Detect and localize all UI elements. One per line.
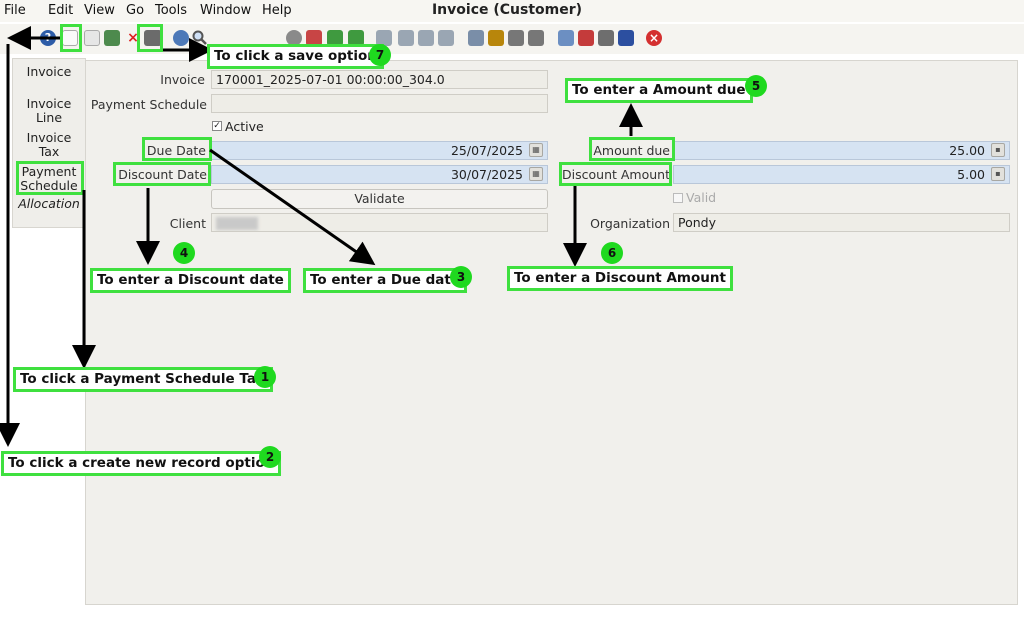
annotation-arrows: [0, 26, 643, 447]
annotation-save: To click a save option: [207, 44, 384, 69]
annotation-discount-amount: To enter a Discount Amount: [507, 266, 733, 291]
badge-3: 3: [450, 266, 472, 288]
badge-7: 7: [369, 44, 391, 66]
annotation-new-record: To click a create new record option: [1, 451, 282, 476]
badge-6: 6: [601, 242, 623, 264]
annotation-payment-schedule: To click a Payment Schedule Tab: [13, 367, 273, 392]
annotation-discount-date: To enter a Discount date: [90, 268, 291, 293]
annotation-amount-due: To enter a Amount due: [565, 78, 753, 103]
badge-5: 5: [745, 75, 767, 97]
badge-1: 1: [254, 366, 276, 388]
annotation-due-date: To enter a Due date: [303, 268, 467, 293]
badge-2: 2: [259, 446, 281, 468]
badge-4: 4: [173, 242, 195, 264]
